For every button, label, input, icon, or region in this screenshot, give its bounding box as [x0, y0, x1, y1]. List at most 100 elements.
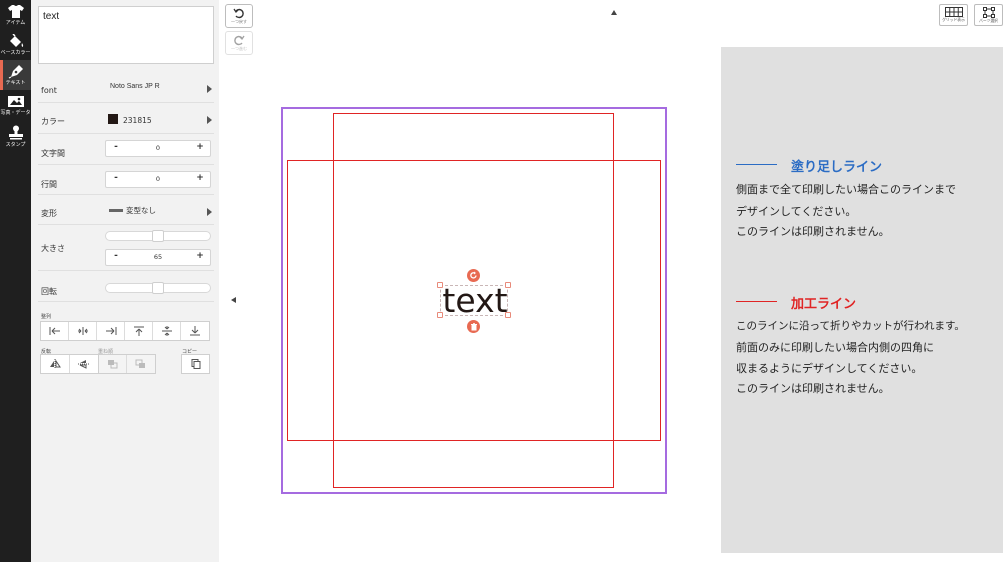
grid-toggle-button[interactable]: グリッド表示: [939, 4, 968, 26]
undo-label: 一つ戻す: [231, 19, 247, 24]
align-center-v-button[interactable]: [153, 322, 181, 340]
order-button-group: [98, 354, 156, 374]
letter-spacing-stepper[interactable]: - 0 +: [105, 140, 211, 157]
chevron-right-icon: [207, 208, 212, 216]
letter-spacing-row: 文字間 - 0 +: [38, 134, 214, 165]
text-object[interactable]: text: [440, 281, 508, 320]
text-properties-panel: text font Noto Sans JP R カラー 231815 文字間 …: [31, 0, 219, 562]
bleed-legend-line-1: 側面まで全て印刷したい場合このラインまで: [736, 183, 956, 196]
transform-line-icon: [109, 209, 123, 212]
transform-label: 変形: [41, 209, 57, 218]
process-legend-line: [736, 301, 777, 302]
flip-horizontal-icon: [49, 359, 61, 369]
copy-button-group: [181, 354, 210, 374]
parts-select-button[interactable]: パーツ選択: [974, 4, 1003, 26]
size-stepper[interactable]: - 65 +: [105, 249, 211, 266]
flip-button-group: [40, 354, 99, 374]
resize-handle-bottom-right[interactable]: [505, 312, 511, 318]
flip-vertical-icon: [77, 360, 90, 369]
parts-select-icon: [982, 7, 995, 18]
rail-item-stamp[interactable]: スタンプ: [0, 122, 31, 152]
rotate-icon: [470, 271, 477, 279]
bring-forward-icon: [107, 360, 117, 369]
process-legend-title: 加工ライン: [791, 297, 857, 312]
text-content-input[interactable]: text: [38, 6, 214, 64]
letter-spacing-label: 文字間: [41, 149, 65, 158]
font-label: font: [41, 86, 57, 95]
line-spacing-row: 行間 - 0 +: [38, 165, 214, 195]
align-right-icon: [105, 327, 116, 335]
flip-vertical-button[interactable]: [70, 355, 99, 373]
align-section-label: 整列: [41, 314, 52, 320]
line-spacing-stepper[interactable]: - 0 +: [105, 171, 211, 188]
align-center-h-button[interactable]: [69, 322, 97, 340]
send-backward-button[interactable]: [127, 355, 155, 373]
app-root: アイテム ベースカラー テキスト 写真・データ スタンプ text font N…: [0, 0, 1008, 562]
color-value: 231815: [123, 116, 152, 125]
process-legend-line-3: 収まるようにデザインしてください。: [736, 362, 923, 375]
send-backward-icon: [135, 359, 145, 368]
rotate-handle[interactable]: [467, 269, 480, 282]
rail-item-items[interactable]: アイテム: [0, 1, 31, 31]
tshirt-icon: [7, 5, 24, 18]
line-spacing-label: 行間: [41, 180, 57, 189]
stamp-icon: [8, 125, 23, 140]
grid-toggle-label: グリッド表示: [942, 17, 965, 22]
size-slider-handle[interactable]: [152, 230, 164, 242]
increment-button[interactable]: +: [193, 173, 207, 183]
rail-item-label: アイテム: [5, 20, 26, 26]
color-swatch: [108, 114, 118, 124]
paint-bucket-icon: [9, 34, 23, 47]
rotation-slider-handle[interactable]: [152, 282, 164, 294]
redo-label: 一つ進む: [231, 46, 247, 51]
rail-item-label: スタンプ: [5, 142, 26, 148]
grid-icon: [944, 7, 963, 17]
color-row[interactable]: カラー 231815: [38, 104, 214, 134]
chevron-right-icon: [207, 85, 212, 93]
align-button-group: [40, 321, 210, 341]
align-center-v-icon: [161, 326, 172, 336]
resize-handle-top-left[interactable]: [437, 282, 443, 288]
resize-handle-top-right[interactable]: [505, 282, 511, 288]
align-left-button[interactable]: [41, 322, 69, 340]
rail-item-label: テキスト: [5, 80, 26, 86]
rotation-label: 回転: [41, 287, 57, 296]
resize-handle-bottom-left[interactable]: [437, 312, 443, 318]
copy-button[interactable]: [182, 355, 209, 373]
rotation-slider[interactable]: [105, 282, 211, 294]
pen-icon: [8, 65, 23, 79]
bleed-legend-line-3: このラインは印刷されません。: [736, 225, 890, 238]
font-value: Noto Sans JP R: [110, 83, 160, 90]
align-top-button[interactable]: [125, 322, 153, 340]
rail-item-text[interactable]: テキスト: [0, 60, 31, 90]
align-left-icon: [49, 327, 60, 335]
redo-button[interactable]: 一つ進む: [225, 31, 253, 55]
copy-icon: [191, 359, 200, 369]
rail-item-base-color[interactable]: ベースカラー: [0, 31, 31, 61]
flip-horizontal-button[interactable]: [41, 355, 70, 373]
align-bottom-icon: [189, 326, 200, 336]
size-slider[interactable]: [105, 230, 211, 242]
redo-icon: [234, 35, 245, 46]
font-row[interactable]: font Noto Sans JP R: [38, 76, 214, 103]
bleed-legend-line: [736, 164, 777, 165]
rail-item-photo[interactable]: 写真・データ: [0, 91, 31, 121]
text-object-content: text: [442, 281, 508, 320]
chevron-right-icon: [207, 116, 212, 124]
increment-button[interactable]: +: [193, 142, 207, 152]
collapse-up-arrow-icon[interactable]: [611, 10, 617, 15]
bleed-legend-title: 塗り足しライン: [791, 160, 883, 175]
transform-row[interactable]: 変形 変型なし: [38, 195, 214, 225]
image-icon: [7, 96, 24, 107]
trash-icon: [470, 322, 477, 330]
previous-side-arrow-icon[interactable]: [231, 297, 236, 303]
align-center-h-icon: [77, 327, 88, 335]
align-right-button[interactable]: [97, 322, 125, 340]
delete-object-button[interactable]: [467, 320, 480, 333]
undo-button[interactable]: 一つ戻す: [225, 4, 253, 28]
bring-forward-button[interactable]: [99, 355, 128, 373]
transform-value: 変型なし: [126, 206, 156, 215]
align-bottom-button[interactable]: [181, 322, 209, 340]
increment-button[interactable]: +: [193, 251, 207, 261]
parts-select-label: パーツ選択: [979, 18, 998, 23]
